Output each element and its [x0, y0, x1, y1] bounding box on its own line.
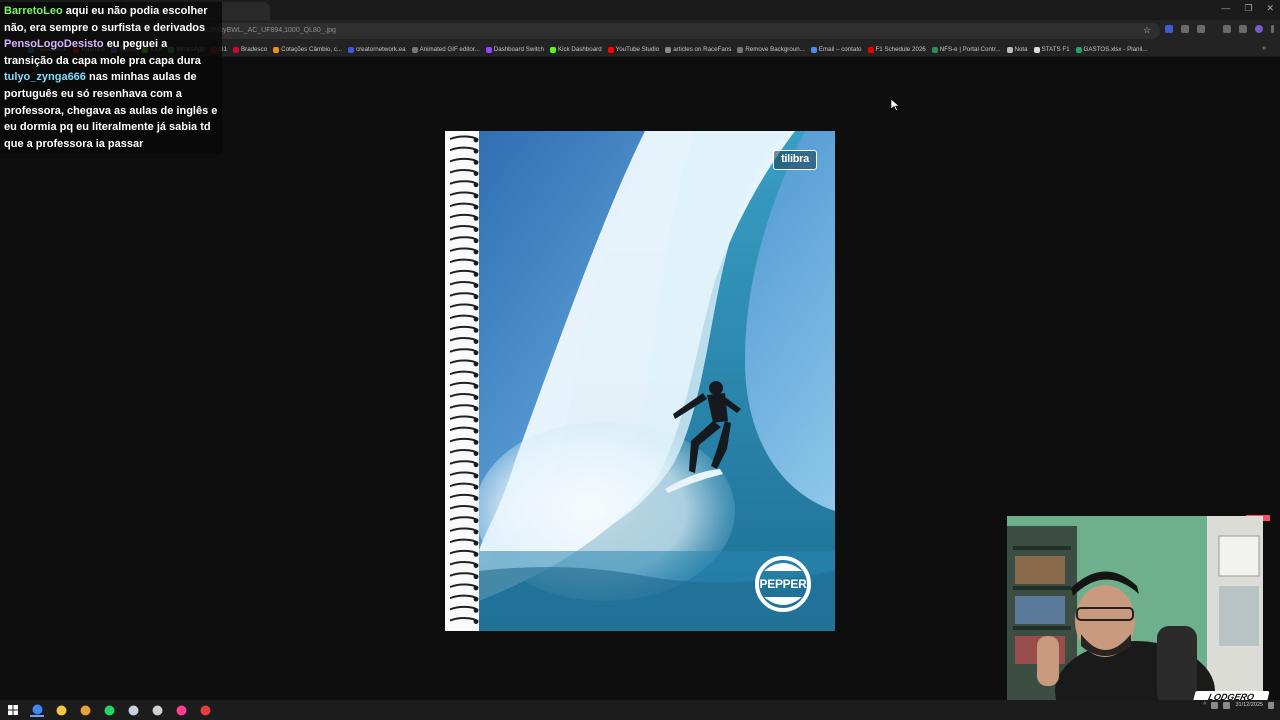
extension-icon[interactable]: [1181, 25, 1189, 33]
bookmark-item[interactable]: Bradesco: [233, 46, 267, 53]
bookmark-item[interactable]: YouTube Studio: [607, 46, 660, 53]
volume-icon[interactable]: [1223, 702, 1231, 709]
app-icon[interactable]: [198, 703, 212, 717]
bookmark-favicon-icon: [665, 46, 672, 53]
notifications-icon[interactable]: [1268, 702, 1274, 709]
chat-username: tulyo_zynga666: [4, 71, 86, 84]
notebook-image: tilibra PEPPER: [445, 131, 835, 631]
bookmark-item[interactable]: creatornetwork.ea: [348, 46, 406, 53]
taskbar: ^ 31/12/2025: [0, 700, 1280, 720]
system-tray: ^ 31/12/2025: [1203, 702, 1274, 709]
bookmark-favicon-icon: [867, 46, 874, 53]
app-icon[interactable]: [126, 703, 140, 717]
bookmark-label: STATS F1: [1041, 46, 1070, 53]
pepper-label: PEPPER: [759, 577, 807, 591]
bookmark-label: Dashboard Switch: [493, 46, 544, 53]
bookmark-label: GASTOS.xlsx - Planil...: [1083, 46, 1148, 53]
bookmark-item[interactable]: Cotações Câmbio, c...: [273, 46, 342, 53]
minimize-icon[interactable]: —: [1221, 3, 1230, 14]
menu-icon[interactable]: [1271, 25, 1274, 33]
mouse-cursor-icon: [891, 99, 899, 111]
bookmark-item[interactable]: Email – contato: [810, 46, 862, 53]
bookmark-item[interactable]: Remove Backgroun...: [737, 46, 805, 53]
bookmark-label: Animated GIF editor...: [419, 46, 480, 53]
bookmark-label: Bradesco: [241, 46, 268, 53]
profile-icon[interactable]: [1255, 25, 1263, 33]
app-icon[interactable]: [150, 703, 164, 717]
webcam-feed: [1007, 516, 1263, 706]
bookmark-favicon-icon: [273, 46, 280, 53]
chat-message: tulyo_zynga666 nas minhas aulas de portu…: [4, 69, 218, 152]
screen: — ❐ ✕ ...2MkyBWL._AC_UF894,1000_QL80_.jp…: [0, 0, 1280, 720]
taskbar-apps: [6, 703, 212, 717]
bookmark-item[interactable]: F1 Schedule 2026: [867, 46, 926, 53]
bookmark-item[interactable]: articles on RaceFans: [665, 46, 731, 53]
bookmark-favicon-icon: [931, 46, 938, 53]
bookmark-item[interactable]: STATS F1: [1033, 46, 1070, 53]
bookmark-label: creatornetwork.ea: [356, 46, 406, 53]
start-windows-icon[interactable]: [6, 703, 20, 717]
bookmark-label: Remove Backgroun...: [745, 46, 805, 53]
bookmark-favicon-icon: [607, 46, 614, 53]
chat-message: BarretoLeo aqui eu não podia escolher nã…: [4, 3, 218, 36]
bookmark-favicon-icon: [549, 46, 556, 53]
url-input[interactable]: ...2MkyBWL._AC_UF894,1000_QL80_.jpg ☆: [90, 23, 1160, 39]
bookmark-favicon-icon: [1033, 46, 1040, 53]
bookmark-item[interactable]: Nota: [1006, 46, 1028, 53]
bookmark-favicon-icon: [1075, 46, 1082, 53]
bookmark-star-icon[interactable]: ☆: [1143, 25, 1151, 36]
bookmark-item[interactable]: NFS-e | Portal Contr...: [931, 46, 1001, 53]
network-icon[interactable]: [1211, 702, 1219, 709]
bookmark-label: Email – contato: [818, 46, 862, 53]
close-icon[interactable]: ✕: [1266, 3, 1274, 14]
url-text: ...2MkyBWL._AC_UF894,1000_QL80_.jpg: [204, 27, 336, 34]
bookmark-item[interactable]: Animated GIF editor...: [411, 46, 480, 53]
bookmark-favicon-icon: [233, 46, 239, 53]
whatsapp-icon[interactable]: [102, 703, 116, 717]
maximize-icon[interactable]: ❐: [1244, 3, 1252, 14]
extension-icon[interactable]: [1165, 25, 1173, 33]
taskbar-clock[interactable]: 31/12/2025: [1235, 702, 1263, 709]
tray-overflow-icon[interactable]: ^: [1203, 702, 1206, 709]
bookmark-item[interactable]: Dashboard Switch: [485, 46, 544, 53]
extension-icon[interactable]: [1197, 25, 1205, 33]
spiral-binding: [449, 135, 479, 624]
bookmark-label: Cotações Câmbio, c...: [281, 46, 343, 53]
chat-username: PensoLogoDesisto: [4, 38, 104, 51]
bookmark-item[interactable]: Kick Dashboard: [549, 46, 602, 53]
bookmark-label: YouTube Studio: [615, 46, 660, 53]
chat-message: PensoLogoDesisto eu peguei a transição d…: [4, 36, 218, 69]
chat-username: BarretoLeo: [4, 5, 63, 17]
bookmark-favicon-icon: [411, 46, 418, 53]
bookmark-label: F1 Schedule 2026: [875, 46, 926, 53]
bookmark-label: NFS-e | Portal Contr...: [939, 46, 1001, 53]
bookmarks-overflow-icon[interactable]: »: [1262, 45, 1266, 52]
clock-date: 31/12/2025: [1235, 702, 1263, 708]
app-icon[interactable]: [78, 703, 92, 717]
bookmark-label: Nota: [1014, 46, 1028, 53]
bookmark-favicon-icon: [1006, 46, 1013, 53]
webcam-scene: [1007, 516, 1263, 706]
chrome-icon[interactable]: [30, 703, 44, 717]
stream-chat-overlay: BarretoLeo aqui eu não podia escolher nã…: [0, 2, 222, 154]
extension-icon[interactable]: [1223, 25, 1231, 33]
app-icon[interactable]: [174, 703, 188, 717]
extension-icon[interactable]: [1239, 25, 1247, 33]
extensions-area: [1165, 25, 1274, 33]
bookmark-favicon-icon: [737, 46, 744, 53]
bookmark-favicon-icon: [485, 46, 492, 53]
bookmark-label: Kick Dashboard: [557, 46, 602, 53]
folder-icon[interactable]: [54, 703, 68, 717]
tilibra-logo: tilibra: [773, 150, 817, 170]
bookmark-favicon-icon: [810, 46, 817, 53]
bookmark-item[interactable]: GASTOS.xlsx - Planil...: [1075, 46, 1148, 53]
bookmark-favicon-icon: [348, 46, 355, 53]
window-controls: — ❐ ✕: [1221, 3, 1274, 14]
bookmark-label: articles on RaceFans: [673, 46, 732, 53]
